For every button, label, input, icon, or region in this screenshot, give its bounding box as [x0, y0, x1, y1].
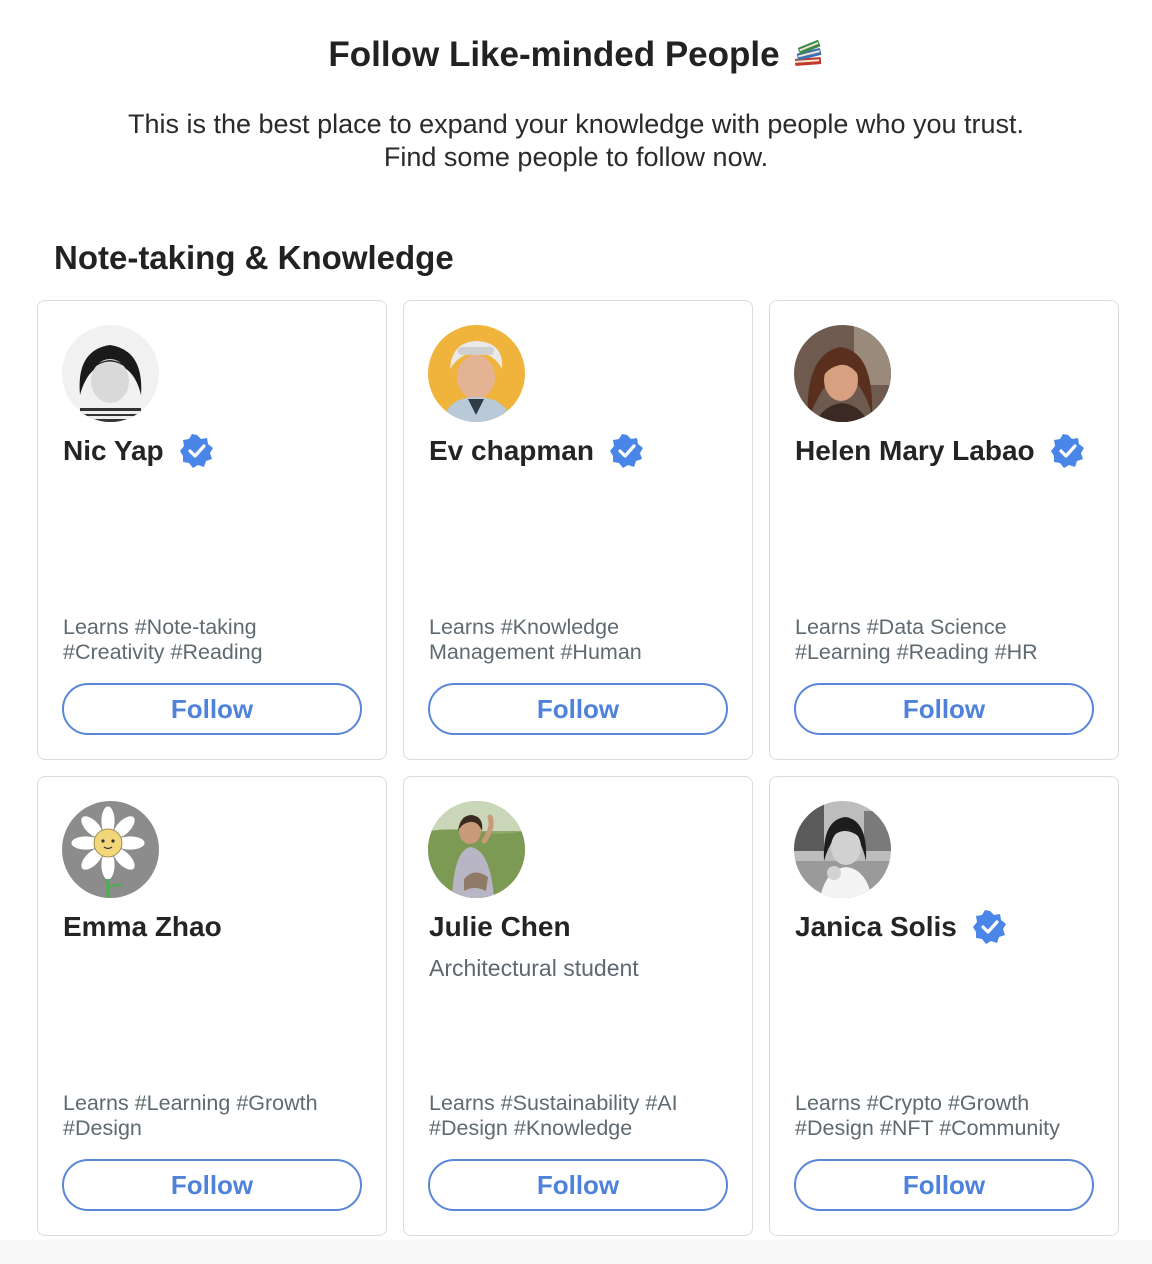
tags-line-2: #Learning #Reading #HR	[795, 640, 1038, 664]
person-name[interactable]: Helen Mary Labao	[795, 435, 1035, 467]
tags-line-1: Learns #Sustainability #AI	[429, 1091, 678, 1115]
follow-button[interactable]: Follow	[428, 1159, 728, 1211]
verified-badge-icon	[609, 434, 644, 468]
person-name[interactable]: Janica Solis	[795, 911, 957, 943]
tags-line-2: #Design #NFT #Community	[795, 1116, 1060, 1140]
follow-button[interactable]: Follow	[428, 683, 728, 735]
person-tags: Learns #Sustainability #AI #Design #Know…	[429, 1091, 732, 1141]
tags-line-1: Learns #Crypto #Growth	[795, 1091, 1030, 1115]
person-tags: Learns #Crypto #Growth #Design #NFT #Com…	[795, 1091, 1098, 1141]
page-subtitle: This is the best place to expand your kn…	[76, 108, 1076, 174]
person-card: Emma Zhao Learns #Learning #Growth #Desi…	[37, 776, 387, 1236]
person-tags: Learns #Learning #Growth #Design	[63, 1091, 366, 1141]
name-row: Julie Chen	[429, 907, 571, 947]
person-tags: Learns #Note-taking #Creativity #Reading	[63, 615, 366, 665]
avatar[interactable]	[794, 325, 891, 422]
avatar[interactable]	[428, 325, 525, 422]
person-name[interactable]: Ev chapman	[429, 435, 594, 467]
tags-line-1: Learns #Knowledge	[429, 615, 620, 639]
verified-badge-icon	[1050, 434, 1085, 468]
person-name[interactable]: Emma Zhao	[63, 911, 222, 943]
name-row: Helen Mary Labao	[795, 431, 1085, 471]
person-tags: Learns #Data Science #Learning #Reading …	[795, 615, 1098, 665]
people-grid: Nic Yap Learns #Note-taking #Creativity …	[37, 300, 1119, 1236]
follow-button[interactable]: Follow	[62, 1159, 362, 1211]
tags-line-1: Learns #Data Science	[795, 615, 1007, 639]
tags-line-2: #Design	[63, 1116, 142, 1140]
avatar[interactable]	[62, 325, 159, 422]
follow-button[interactable]: Follow	[794, 1159, 1094, 1211]
person-card: Julie Chen Architectural student Learns …	[403, 776, 753, 1236]
section-title: Note-taking & Knowledge	[54, 239, 454, 276]
person-card: Helen Mary Labao Learns #Data Science #L…	[769, 300, 1119, 760]
follow-button[interactable]: Follow	[62, 683, 362, 735]
name-row: Janica Solis	[795, 907, 1007, 947]
person-tags: Learns #Knowledge Management #Human	[429, 615, 732, 665]
name-row: Ev chapman	[429, 431, 644, 471]
verified-badge-icon	[179, 434, 214, 468]
name-row: Nic Yap	[63, 431, 214, 471]
person-name[interactable]: Nic Yap	[63, 435, 164, 467]
person-name[interactable]: Julie Chen	[429, 911, 571, 943]
subtitle-line-1: This is the best place to expand your kn…	[127, 109, 1025, 139]
tags-line-1: Learns #Learning #Growth	[63, 1091, 318, 1115]
person-card: Janica Solis Learns #Crypto #Growth #Des…	[769, 776, 1119, 1236]
avatar[interactable]	[794, 801, 891, 898]
tags-line-2: #Creativity #Reading	[63, 640, 263, 664]
tags-line-1: Learns #Note-taking	[63, 615, 257, 639]
follow-people-page: Follow Like-minded People This is the be…	[0, 0, 1152, 1264]
avatar[interactable]	[428, 801, 525, 898]
tags-line-2: Management #Human	[429, 640, 642, 664]
avatar[interactable]	[62, 801, 159, 898]
follow-button[interactable]: Follow	[794, 683, 1094, 735]
person-bio: Architectural student	[429, 955, 639, 981]
page-title: Follow Like-minded People	[328, 35, 780, 74]
name-row: Emma Zhao	[63, 907, 222, 947]
person-card: Nic Yap Learns #Note-taking #Creativity …	[37, 300, 387, 760]
tags-line-2: #Design #Knowledge	[429, 1116, 633, 1140]
page-header: Follow Like-minded People This is the be…	[0, 0, 1152, 174]
verified-badge-icon	[972, 910, 1007, 944]
page-bottom-edge	[0, 1240, 1152, 1264]
subtitle-line-2: Find some people to follow now.	[383, 142, 769, 172]
books-icon	[792, 39, 824, 71]
person-card: Ev chapman Learns #Knowledge Management …	[403, 300, 753, 760]
page-title-row: Follow Like-minded People	[328, 32, 823, 78]
